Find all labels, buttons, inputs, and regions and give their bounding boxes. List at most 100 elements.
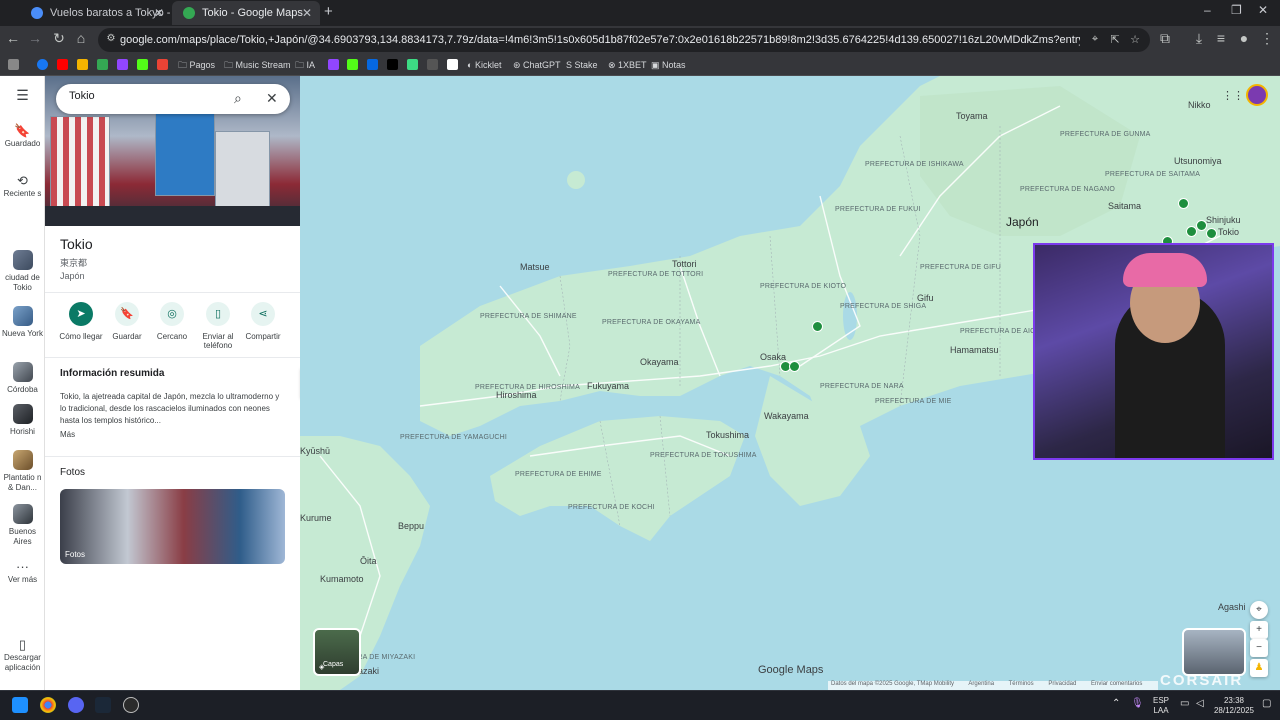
open-app-icon[interactable]: ⇱ [1106, 33, 1124, 46]
steam-icon[interactable] [95, 697, 111, 713]
app-icon[interactable] [407, 59, 418, 70]
chevron-up-icon[interactable]: ⌃ [1112, 699, 1120, 709]
media-icon[interactable]: ≡ [1212, 30, 1230, 46]
city-label[interactable]: Tokio [1218, 227, 1239, 237]
minimize-button[interactable]: – [1204, 3, 1211, 17]
map-pin-icon[interactable] [1178, 198, 1189, 209]
my-location-button[interactable]: ⌖ [1250, 601, 1268, 619]
share-button[interactable]: ⋖ Compartir [237, 302, 289, 341]
app-icon[interactable] [123, 697, 139, 713]
layers-button[interactable]: ◈ Capas [313, 628, 361, 676]
bookmark-stake[interactable]: S Stake [566, 57, 598, 73]
city-label[interactable]: Kurume [300, 513, 332, 523]
zoom-in-button[interactable]: + [1250, 621, 1268, 639]
city-label[interactable]: Agashi [1218, 602, 1246, 612]
pegman-icon[interactable]: ♟ [1250, 659, 1268, 677]
terms-link[interactable]: Términos [1009, 681, 1034, 687]
city-label[interactable]: Utsunomiya [1174, 156, 1222, 166]
city-label[interactable]: Wakayama [764, 411, 809, 421]
city-label[interactable]: Hiroshima [496, 390, 537, 400]
bookmark-chatgpt[interactable]: ⊛ ChatGPT [513, 57, 561, 73]
notification-icon[interactable]: ▢ [1262, 699, 1271, 709]
chrome-icon[interactable] [40, 697, 56, 713]
rail-more[interactable]: ··· Ver más [0, 560, 45, 585]
twitch-icon[interactable] [117, 59, 128, 70]
volume-icon[interactable]: ◁ [1196, 699, 1204, 709]
rail-recent-horishi[interactable]: Horishi [0, 404, 45, 437]
microphone-icon[interactable]: 🎙 [1131, 699, 1144, 709]
windows-start-icon[interactable] [12, 697, 28, 713]
forward-icon[interactable]: → [26, 30, 44, 46]
rail-recent-buenosaires[interactable]: Buenos Aires [0, 504, 45, 547]
rail-recent-plantation[interactable]: Plantatio n & Dan... [0, 450, 45, 493]
search-input[interactable] [69, 90, 219, 102]
gmail-icon[interactable] [157, 59, 168, 70]
city-label[interactable]: Toyama [956, 111, 988, 121]
bookmark-1xbet[interactable]: ⊗ 1XBET [608, 57, 647, 73]
address-bar[interactable]: ⚙ google.com/maps/place/Tokio,+Japón/@34… [98, 28, 1150, 52]
map-pin-icon[interactable] [812, 321, 823, 332]
clock[interactable]: 23:38 28/12/2025 [1212, 696, 1256, 716]
new-tab-button[interactable]: + [324, 3, 333, 20]
map-pin-icon[interactable] [789, 361, 800, 372]
map-pin-icon[interactable] [1186, 226, 1197, 237]
menu-icon[interactable]: ⋮ [1258, 30, 1276, 47]
city-label[interactable]: Osaka [760, 352, 786, 362]
location-icon[interactable]: ⌖ [1086, 33, 1104, 46]
rail-recent[interactable]: ⟲ Reciente s [0, 174, 45, 199]
tiktok-icon[interactable] [387, 59, 398, 70]
zoom-out-button[interactable]: − [1250, 639, 1268, 657]
close-icon[interactable]: ✕ [302, 1, 312, 25]
nearby-button[interactable]: ◎ Cercano [146, 302, 198, 341]
photos-thumbnail[interactable]: Fotos [60, 489, 285, 564]
url-text[interactable]: google.com/maps/place/Tokio,+Japón/@34.6… [120, 28, 1080, 52]
search-icon[interactable]: ⌕ [234, 90, 242, 107]
place-country[interactable]: Japón [60, 271, 85, 281]
bookmark-kicklet[interactable]: ◐ Kicklet [467, 57, 501, 73]
attribution-country[interactable]: Argentina [968, 681, 994, 687]
privacy-link[interactable]: Privacidad [1048, 681, 1076, 687]
city-label[interactable]: Kumamoto [320, 574, 364, 584]
city-label[interactable]: Tottori [672, 259, 697, 269]
google-apps-icon[interactable]: ⋮⋮ [1222, 89, 1244, 102]
app-icon[interactable] [427, 59, 438, 70]
rail-saved[interactable]: 🔖 Guardado [0, 124, 45, 149]
summary-more-link[interactable]: Más [60, 430, 75, 439]
city-label[interactable]: Gifu [917, 293, 934, 303]
tab-vuelos[interactable]: Vuelos baratos a Tokyo - Desde ✕ [20, 1, 172, 25]
network-icon[interactable]: ▭ [1180, 699, 1189, 709]
city-label[interactable]: Shinjuku [1206, 215, 1241, 225]
app-icon[interactable] [447, 59, 458, 70]
rail-recent-cordoba[interactable]: Córdoba [0, 362, 45, 395]
close-window-button[interactable]: ✕ [1258, 3, 1268, 17]
bookmark-folder[interactable]: 🗀 IA [295, 57, 315, 73]
directions-button[interactable]: ➤ Cómo llegar [55, 302, 107, 341]
meta-icon[interactable] [367, 59, 378, 70]
city-label[interactable]: Matsue [520, 262, 550, 272]
bookmark-notas[interactable]: ▣ Notas [651, 57, 686, 73]
menu-button[interactable]: ☰ [0, 88, 45, 102]
map-pin-icon[interactable] [1206, 228, 1217, 239]
map-pin-icon[interactable] [1196, 220, 1207, 231]
bookmark-folder[interactable]: 🗀 Pagos [178, 57, 215, 73]
rail-download-app[interactable]: ▯ Descargar aplicación [0, 638, 45, 673]
site-info-icon[interactable]: ⚙ [102, 33, 120, 44]
language-indicator[interactable]: ESP LAA [1150, 696, 1172, 716]
close-icon[interactable]: ✕ [154, 1, 164, 25]
city-label[interactable]: Beppu [398, 521, 424, 531]
facebook-icon[interactable] [37, 59, 48, 70]
tab-google-maps[interactable]: Tokio - Google Maps ✕ [172, 1, 320, 25]
city-label[interactable]: Tokushima [706, 430, 749, 440]
bookmark-folder[interactable]: 🗀 Music Stream [224, 57, 291, 73]
close-icon[interactable]: ✕ [266, 90, 278, 107]
apps-icon[interactable] [8, 59, 19, 70]
kick-icon[interactable] [137, 59, 148, 70]
discord-icon[interactable] [68, 697, 84, 713]
city-label[interactable]: Fukuyama [587, 381, 629, 391]
avatar[interactable] [1246, 84, 1268, 106]
download-icon[interactable]: ⤓ [1190, 30, 1208, 47]
city-label[interactable]: Saitama [1108, 201, 1141, 211]
kick-icon[interactable] [347, 59, 358, 70]
street-view-thumbnail[interactable] [1182, 628, 1246, 676]
reload-icon[interactable]: ↻ [50, 30, 68, 47]
